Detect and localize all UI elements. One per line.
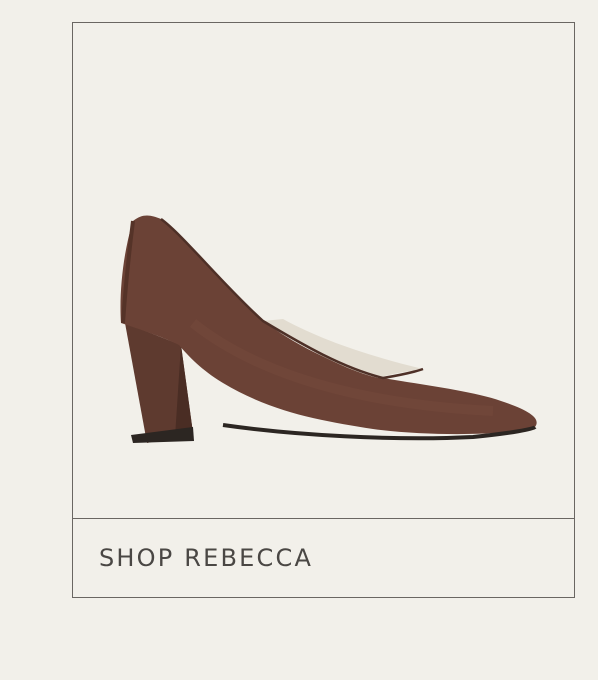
shoe-image — [120, 215, 537, 443]
shop-rebecca-button[interactable]: SHOP REBECCA — [73, 519, 574, 597]
product-card[interactable]: SHOP REBECCA — [72, 22, 575, 598]
shop-rebecca-label: SHOP REBECCA — [99, 544, 314, 572]
product-image-area[interactable] — [73, 23, 574, 519]
